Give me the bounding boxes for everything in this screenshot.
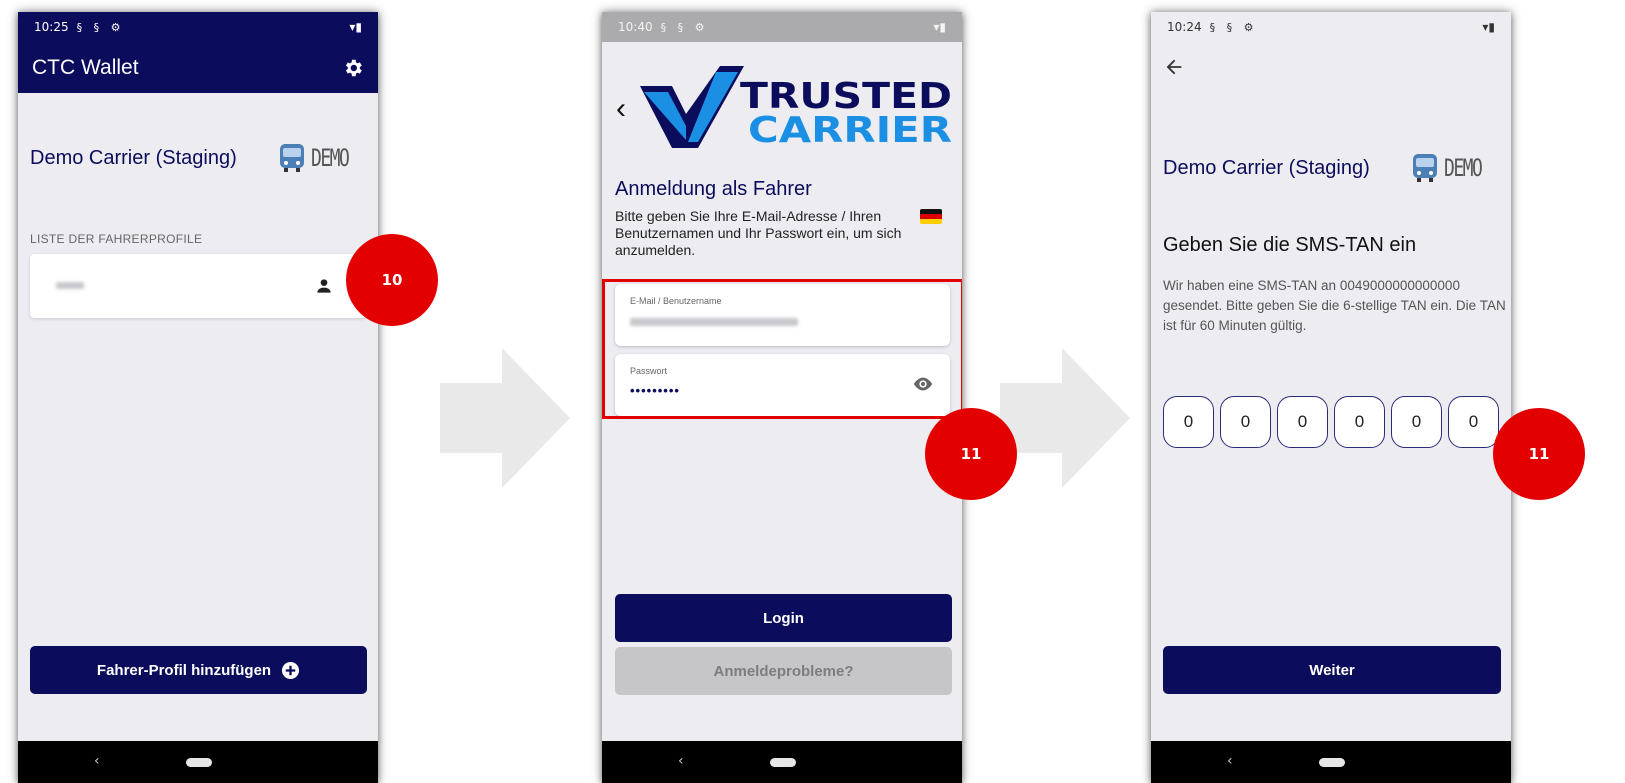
wifi-battery-icon: ▾▮ bbox=[349, 20, 362, 34]
section-label: LISTE DER FAHRERPROFILE bbox=[30, 232, 203, 246]
status-time: 10:24 bbox=[1167, 20, 1202, 34]
notification-icons: § § ⚙ bbox=[1209, 20, 1258, 34]
add-driver-profile-button[interactable]: Fahrer-Profil hinzufügen bbox=[30, 646, 367, 694]
demo-truck-logo-icon bbox=[1412, 154, 1437, 182]
company-name: Demo Carrier (Staging) bbox=[1163, 156, 1370, 179]
profile-name-blurred bbox=[56, 282, 84, 289]
app-title: CTC Wallet bbox=[32, 55, 139, 79]
trusted-carrier-logo: ‹ TRUSTED CARRIER bbox=[616, 66, 952, 151]
nav-back-button[interactable]: ‹ bbox=[678, 753, 684, 769]
status-time: 10:40 bbox=[618, 20, 653, 34]
german-flag-language-icon[interactable] bbox=[920, 209, 942, 224]
person-icon bbox=[317, 279, 331, 293]
tan-input-row: 0 0 0 0 0 0 bbox=[1163, 396, 1499, 448]
settings-gear-icon[interactable] bbox=[342, 57, 364, 79]
login-heading: Anmeldung als Fahrer bbox=[615, 178, 812, 200]
flow-arrow-2 bbox=[1000, 348, 1130, 488]
tan-digit-input[interactable]: 0 bbox=[1277, 396, 1328, 448]
company-header: Demo Carrier (Staging) DEMO bbox=[1163, 152, 1494, 184]
demo-logo-text: DEMO bbox=[1443, 154, 1483, 182]
phone-screen-driver-login: 10:40 § § ⚙ ▾▮ ‹ TRUSTED CARRIER Anmeldu… bbox=[602, 12, 962, 783]
system-nav-bar: ‹ bbox=[1151, 741, 1511, 783]
notification-icons: § § ⚙ bbox=[76, 20, 125, 34]
tan-digit-input[interactable]: 0 bbox=[1220, 396, 1271, 448]
step-badge-11: 11 bbox=[925, 408, 1017, 500]
wifi-battery-icon: ▾▮ bbox=[1482, 20, 1495, 34]
notification-icons: § § ⚙ bbox=[660, 20, 709, 34]
tan-digit-input[interactable]: 0 bbox=[1448, 396, 1499, 448]
nav-back-button[interactable]: ‹ bbox=[94, 753, 100, 769]
tan-heading: Geben Sie die SMS-TAN ein bbox=[1163, 234, 1417, 256]
wifi-battery-icon: ▾▮ bbox=[933, 20, 946, 34]
system-nav-bar: ‹ bbox=[18, 741, 378, 783]
status-bar: 10:24 § § ⚙ ▾▮ bbox=[1151, 12, 1511, 42]
company-header: Demo Carrier (Staging) DEMO bbox=[30, 142, 361, 174]
tan-digit-input[interactable]: 0 bbox=[1391, 396, 1442, 448]
flow-arrow-1 bbox=[440, 348, 570, 488]
tan-digit-input[interactable]: 0 bbox=[1334, 396, 1385, 448]
login-description: Bitte geben Sie Ihre E-Mail-Adresse / Ih… bbox=[615, 208, 902, 258]
add-profile-label: Fahrer-Profil hinzufügen bbox=[96, 661, 272, 679]
nav-home-button[interactable] bbox=[770, 758, 796, 767]
highlight-box bbox=[602, 279, 962, 419]
status-bar: 10:25 § § ⚙ ▾▮ bbox=[18, 12, 378, 42]
next-button[interactable]: Weiter bbox=[1163, 646, 1501, 694]
nav-back-button[interactable]: ‹ bbox=[1227, 753, 1233, 769]
status-bar: 10:40 § § ⚙ ▾▮ bbox=[602, 12, 962, 42]
back-arrow-icon[interactable] bbox=[1163, 56, 1185, 78]
login-back-button[interactable]: ‹ bbox=[616, 92, 626, 125]
plus-circle-icon bbox=[282, 661, 300, 679]
tan-description: Wir haben eine SMS-TAN an 00490000000000… bbox=[1163, 278, 1506, 333]
nav-home-button[interactable] bbox=[1319, 758, 1345, 767]
demo-logo-text: DEMO bbox=[310, 144, 350, 172]
system-nav-bar: ‹ bbox=[602, 741, 962, 783]
nav-home-button[interactable] bbox=[186, 758, 212, 767]
login-problems-button[interactable]: Anmeldeprobleme? bbox=[615, 647, 952, 695]
step-badge-10: 10 bbox=[346, 234, 438, 326]
tan-digit-input[interactable]: 0 bbox=[1163, 396, 1214, 448]
app-bar: CTC Wallet bbox=[18, 42, 378, 93]
logo-carrier-text: CARRIER bbox=[748, 110, 952, 151]
login-button[interactable]: Login bbox=[615, 594, 952, 642]
phone-screen-driver-profiles: 10:25 § § ⚙ ▾▮ CTC Wallet Demo Carrier (… bbox=[18, 12, 378, 783]
demo-truck-logo-icon bbox=[279, 144, 304, 172]
phone-screen-sms-tan: 10:24 § § ⚙ ▾▮ Demo Carrier (Staging) DE… bbox=[1151, 12, 1511, 783]
step-badge-11-tan: 11 bbox=[1493, 408, 1585, 500]
status-time: 10:25 bbox=[34, 20, 69, 34]
driver-profile-card[interactable] bbox=[30, 254, 366, 318]
company-name: Demo Carrier (Staging) bbox=[30, 146, 237, 169]
